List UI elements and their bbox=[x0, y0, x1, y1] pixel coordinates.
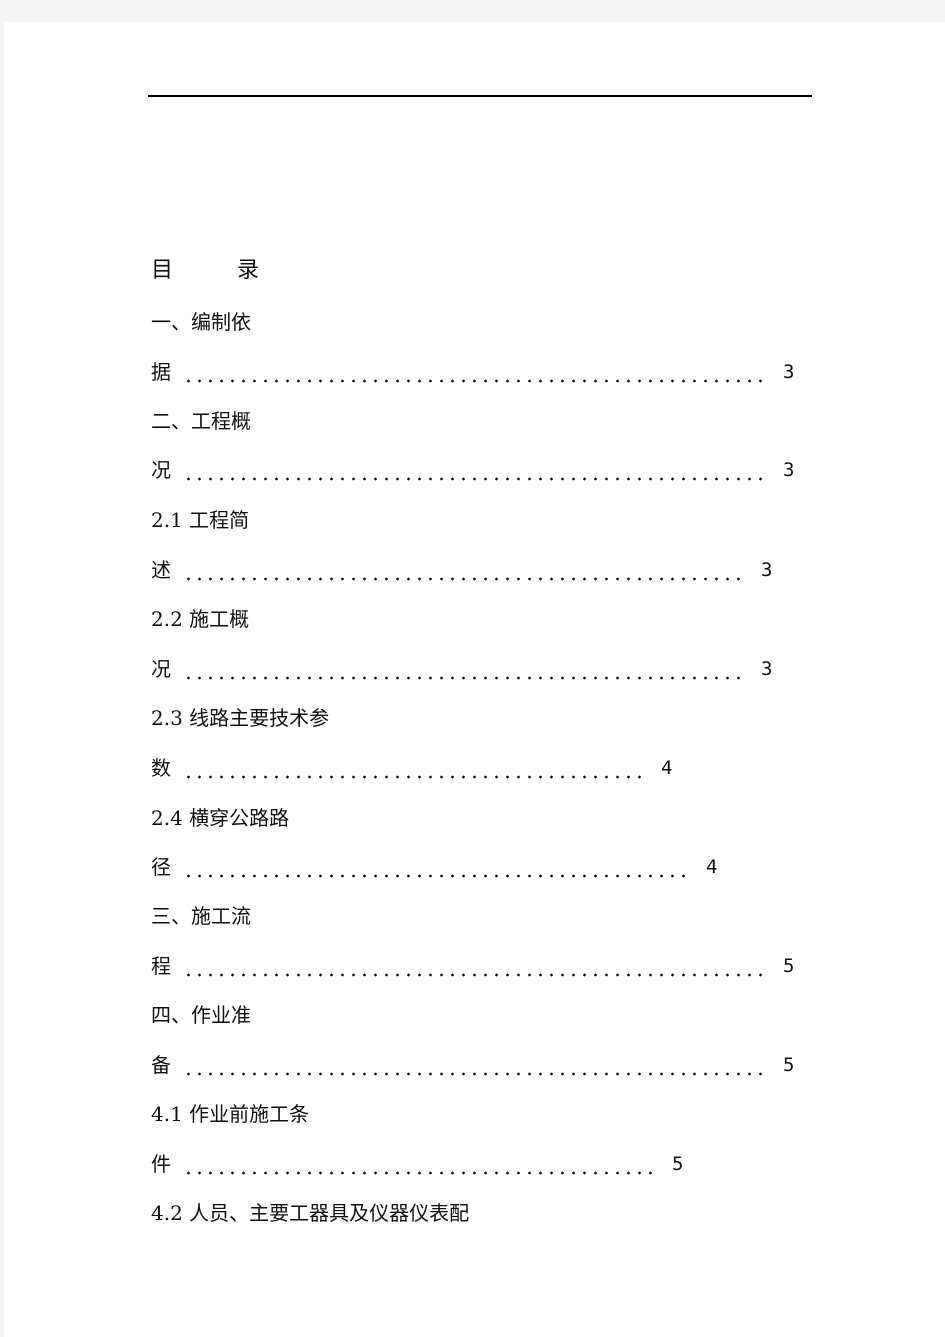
toc-entry-leader[interactable]: 况 3 bbox=[151, 657, 772, 681]
toc-entry-tail: 况 bbox=[151, 458, 171, 482]
toc-entry-head[interactable]: 一、编制依 bbox=[151, 310, 251, 334]
toc-entry-head[interactable]: 2.2 施工概 bbox=[151, 607, 249, 631]
toc-entry-head[interactable]: 三、施工流 bbox=[151, 904, 251, 928]
toc-page-number: 5 bbox=[783, 955, 795, 977]
toc-page-number: 4 bbox=[661, 757, 673, 779]
toc-entry-tail: 据 bbox=[151, 360, 171, 384]
dot-leader bbox=[183, 855, 692, 879]
toc-page-number: 5 bbox=[672, 1153, 684, 1175]
header-rule bbox=[148, 95, 812, 97]
toc-entry-head[interactable]: 四、作业准 bbox=[151, 1003, 251, 1027]
dot-leader bbox=[183, 756, 647, 780]
toc-entry-tail: 况 bbox=[151, 657, 171, 681]
toc-page-number: 4 bbox=[706, 856, 718, 878]
toc-entry-leader[interactable]: 数 4 bbox=[151, 756, 672, 780]
toc-entry-tail: 径 bbox=[151, 855, 171, 879]
toc-entry-head[interactable]: 2.1 工程简 bbox=[151, 508, 249, 532]
toc-entry-head[interactable]: 4.2 人员、主要工器具及仪器仪表配 bbox=[151, 1201, 469, 1225]
toc-title-left: 目 bbox=[151, 258, 174, 283]
toc-page-number: 3 bbox=[761, 658, 773, 680]
toc-entry-leader[interactable]: 件 5 bbox=[151, 1152, 683, 1176]
dot-leader bbox=[183, 1152, 658, 1176]
toc-entry-leader[interactable]: 程 5 bbox=[151, 954, 794, 978]
dot-leader bbox=[183, 657, 747, 681]
toc-entry-leader[interactable]: 径 4 bbox=[151, 855, 717, 879]
toc-entry-leader[interactable]: 备 5 bbox=[151, 1053, 794, 1077]
toc-entry-leader[interactable]: 述 3 bbox=[151, 558, 772, 582]
toc-entry-tail: 件 bbox=[151, 1152, 171, 1176]
toc-entry-head[interactable]: 2.3 线路主要技术参 bbox=[151, 706, 329, 730]
toc-entry-head[interactable]: 2.4 横穿公路路 bbox=[151, 806, 289, 830]
toc-entry-leader[interactable]: 况 3 bbox=[151, 458, 794, 482]
dot-leader bbox=[183, 1053, 769, 1077]
dot-leader bbox=[183, 360, 769, 384]
dot-leader bbox=[183, 458, 769, 482]
toc-entry-tail: 程 bbox=[151, 954, 171, 978]
toc-title: 目录 bbox=[151, 259, 259, 283]
toc-page-number: 5 bbox=[783, 1054, 795, 1076]
toc-title-right: 录 bbox=[237, 258, 260, 283]
toc-page-number: 3 bbox=[761, 559, 773, 581]
dot-leader bbox=[183, 558, 747, 582]
toc-entry-leader[interactable]: 据 3 bbox=[151, 360, 794, 384]
toc-page-number: 3 bbox=[783, 459, 795, 481]
toc-entry-tail: 备 bbox=[151, 1053, 171, 1077]
toc-entry-head[interactable]: 二、工程概 bbox=[151, 409, 251, 433]
toc-page-number: 3 bbox=[783, 361, 795, 383]
toc-entry-tail: 述 bbox=[151, 558, 171, 582]
toc-entry-tail: 数 bbox=[151, 756, 171, 780]
toc-entry-head[interactable]: 4.1 作业前施工条 bbox=[151, 1102, 309, 1126]
dot-leader bbox=[183, 954, 769, 978]
